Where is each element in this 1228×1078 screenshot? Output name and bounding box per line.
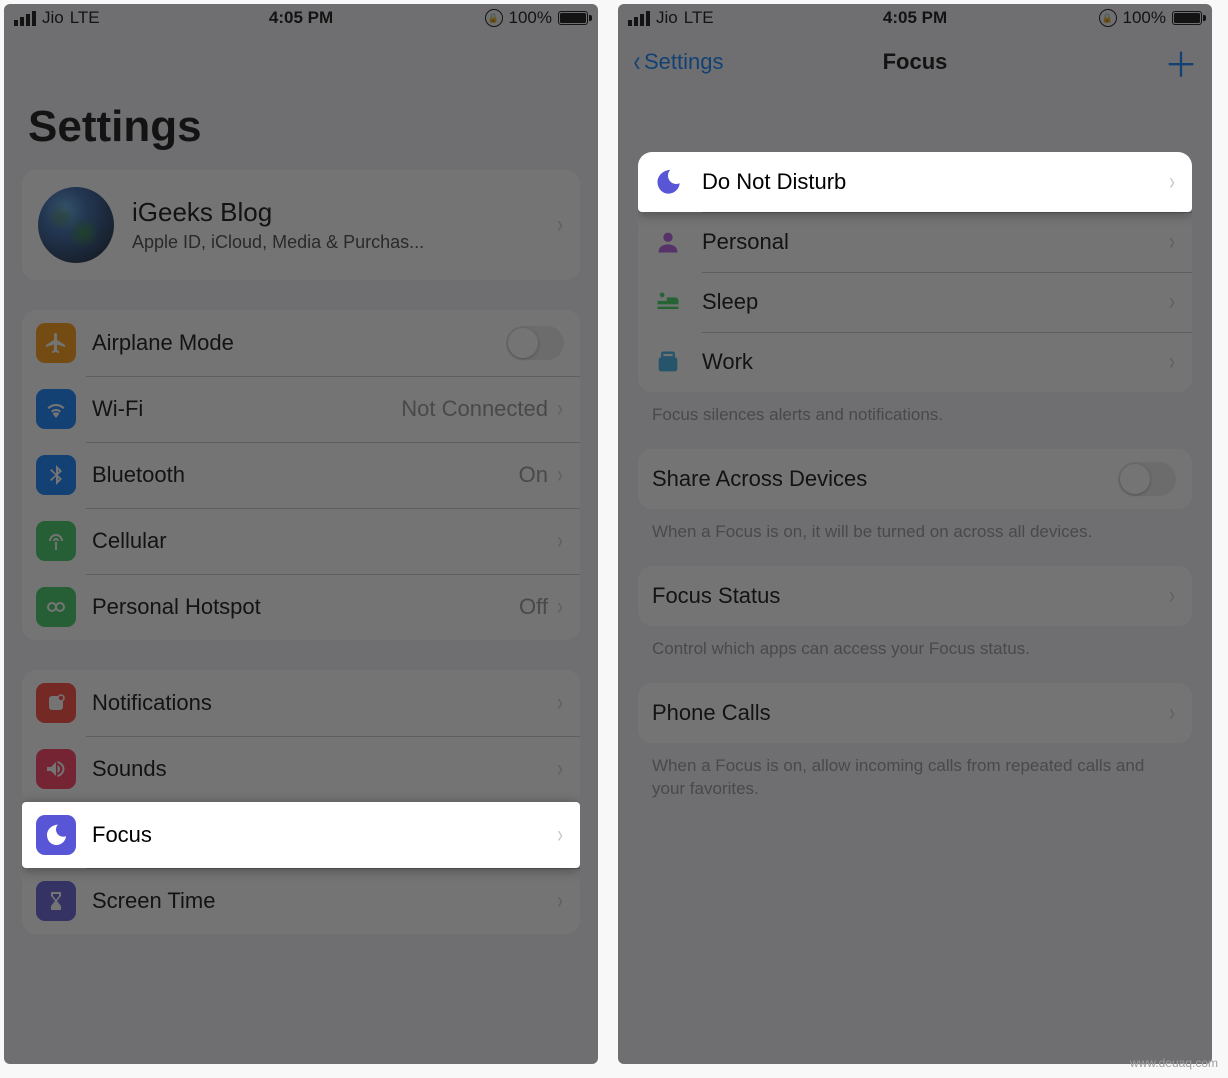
wifi-row[interactable]: Wi-Fi Not Connected › [22, 376, 580, 442]
wifi-detail: Not Connected [401, 396, 548, 422]
add-button[interactable]: ＋ [1164, 38, 1198, 87]
chevron-right-icon: › [557, 211, 563, 239]
dnd-label: Do Not Disturb [702, 169, 1168, 195]
chevron-right-icon: › [1169, 288, 1175, 316]
personal-row[interactable]: Personal › [638, 212, 1192, 272]
wifi-icon [36, 389, 76, 429]
notifications-label: Notifications [92, 690, 556, 716]
chevron-right-icon: › [1169, 348, 1175, 376]
notifications-icon [36, 683, 76, 723]
chevron-right-icon: › [557, 689, 563, 717]
watermark: www.deuaq.com [1130, 1056, 1218, 1070]
battery-icon [558, 11, 588, 25]
hotspot-row[interactable]: Personal Hotspot Off › [22, 574, 580, 640]
antenna-icon [36, 521, 76, 561]
sleep-label: Sleep [702, 289, 1168, 315]
personal-label: Personal [702, 229, 1168, 255]
airplane-mode-toggle[interactable] [506, 326, 564, 360]
settings-screen: Jio LTE 4:05 PM 100% Settings iGeeks Blo… [4, 4, 598, 1064]
share-across-devices-row[interactable]: Share Across Devices [638, 449, 1192, 509]
chevron-right-icon: › [1169, 699, 1175, 727]
moon-icon [652, 168, 684, 196]
cellular-row[interactable]: Cellular › [22, 508, 580, 574]
screentime-label: Screen Time [92, 888, 556, 914]
calls-footer: When a Focus is on, allow incoming calls… [618, 755, 1212, 823]
sounds-label: Sounds [92, 756, 556, 782]
apple-id-row[interactable]: iGeeks Blog Apple ID, iCloud, Media & Pu… [22, 170, 580, 280]
bluetooth-label: Bluetooth [92, 462, 519, 488]
chevron-right-icon: › [557, 887, 563, 915]
chevron-right-icon: › [557, 461, 563, 489]
sounds-row[interactable]: Sounds › [22, 736, 580, 802]
sounds-icon [36, 749, 76, 789]
chevron-right-icon: › [1169, 168, 1175, 196]
chevron-right-icon: › [557, 821, 563, 849]
work-label: Work [702, 349, 1168, 375]
chevron-right-icon: › [1169, 582, 1175, 610]
focus-row[interactable]: Focus › [22, 802, 580, 868]
back-button[interactable]: ‹ Settings [632, 45, 724, 79]
sleep-row[interactable]: Sleep › [638, 272, 1192, 332]
chevron-right-icon: › [557, 527, 563, 555]
focus-screen: Jio LTE 4:05 PM 100% ‹ Settings Focus ＋ … [618, 4, 1212, 1064]
status-time: 4:05 PM [618, 8, 1212, 28]
cellular-label: Cellular [92, 528, 556, 554]
chevron-right-icon: › [557, 395, 563, 423]
chevron-right-icon: › [1169, 228, 1175, 256]
chevron-left-icon: ‹ [634, 45, 641, 79]
hourglass-icon [36, 881, 76, 921]
status-bar: Jio LTE 4:05 PM 100% [618, 4, 1212, 32]
person-icon [652, 228, 684, 256]
profile-sub: Apple ID, iCloud, Media & Purchas... [132, 232, 556, 253]
status-footer: Control which apps can access your Focus… [618, 638, 1212, 683]
bluetooth-icon [36, 455, 76, 495]
airplane-icon [36, 323, 76, 363]
briefcase-icon [652, 348, 684, 376]
notifications-row[interactable]: Notifications › [22, 670, 580, 736]
focus-status-row[interactable]: Focus Status › [638, 566, 1192, 626]
modes-footer: Focus silences alerts and notifications. [618, 404, 1212, 449]
phone-calls-row[interactable]: Phone Calls › [638, 683, 1192, 743]
moon-icon [36, 815, 76, 855]
chevron-right-icon: › [557, 755, 563, 783]
screentime-row[interactable]: Screen Time › [22, 868, 580, 934]
page-title: Settings [4, 32, 598, 170]
status-time: 4:05 PM [4, 8, 598, 28]
wifi-label: Wi-Fi [92, 396, 401, 422]
hotspot-detail: Off [519, 594, 548, 620]
share-label: Share Across Devices [652, 466, 1118, 492]
share-toggle[interactable] [1118, 462, 1176, 496]
focus-label: Focus [92, 822, 556, 848]
battery-icon [1172, 11, 1202, 25]
dnd-row[interactable]: Do Not Disturb › [638, 152, 1192, 212]
phone-calls-label: Phone Calls [652, 700, 1168, 726]
work-row[interactable]: Work › [638, 332, 1192, 392]
airplane-mode-row[interactable]: Airplane Mode [22, 310, 580, 376]
focus-status-label: Focus Status [652, 583, 1168, 609]
share-footer: When a Focus is on, it will be turned on… [618, 521, 1212, 566]
orientation-lock-icon [485, 9, 503, 27]
status-bar: Jio LTE 4:05 PM 100% [4, 4, 598, 32]
chevron-right-icon: › [557, 593, 563, 621]
airplane-mode-label: Airplane Mode [92, 330, 506, 356]
bed-icon [652, 288, 684, 316]
avatar [38, 187, 114, 263]
orientation-lock-icon [1099, 9, 1117, 27]
bluetooth-row[interactable]: Bluetooth On › [22, 442, 580, 508]
bluetooth-detail: On [519, 462, 548, 488]
navbar: ‹ Settings Focus ＋ [618, 32, 1212, 92]
back-label: Settings [644, 49, 724, 75]
hotspot-icon [36, 587, 76, 627]
hotspot-label: Personal Hotspot [92, 594, 519, 620]
profile-name: iGeeks Blog [132, 197, 556, 228]
